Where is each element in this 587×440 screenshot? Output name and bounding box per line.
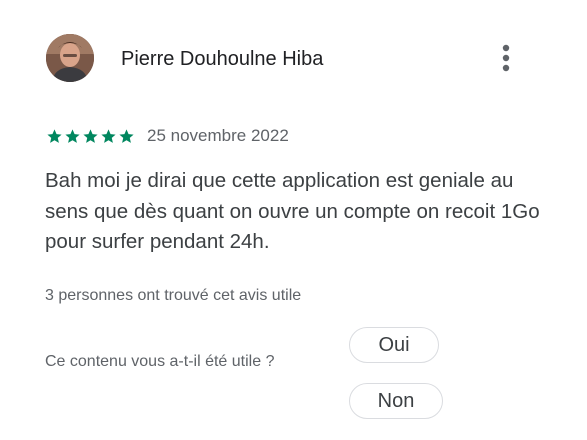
- star-icon: [83, 128, 98, 143]
- helpful-question: Ce contenu vous a-t-il été utile ?: [45, 353, 275, 370]
- more-vert-icon: [502, 44, 510, 72]
- star-icon: [119, 128, 134, 143]
- author-avatar: [46, 34, 94, 82]
- star-rating: [46, 128, 135, 145]
- helpful-no-button[interactable]: Non: [349, 383, 443, 419]
- helpful-count: 3 personnes ont trouvé cet avis utile: [45, 287, 302, 304]
- star-icon: [65, 128, 80, 143]
- helpful-yes-button[interactable]: Oui: [349, 327, 439, 363]
- rating-row: 25 novembre 2022: [46, 124, 289, 148]
- review-date: 25 novembre 2022: [147, 126, 289, 145]
- star-icon: [101, 128, 116, 143]
- more-options-button[interactable]: [490, 38, 522, 78]
- review-text: Bah moi je dirai que cette application e…: [45, 169, 540, 253]
- star-icon: [47, 128, 62, 143]
- author-name: Pierre Douhoulne Hiba: [121, 48, 324, 70]
